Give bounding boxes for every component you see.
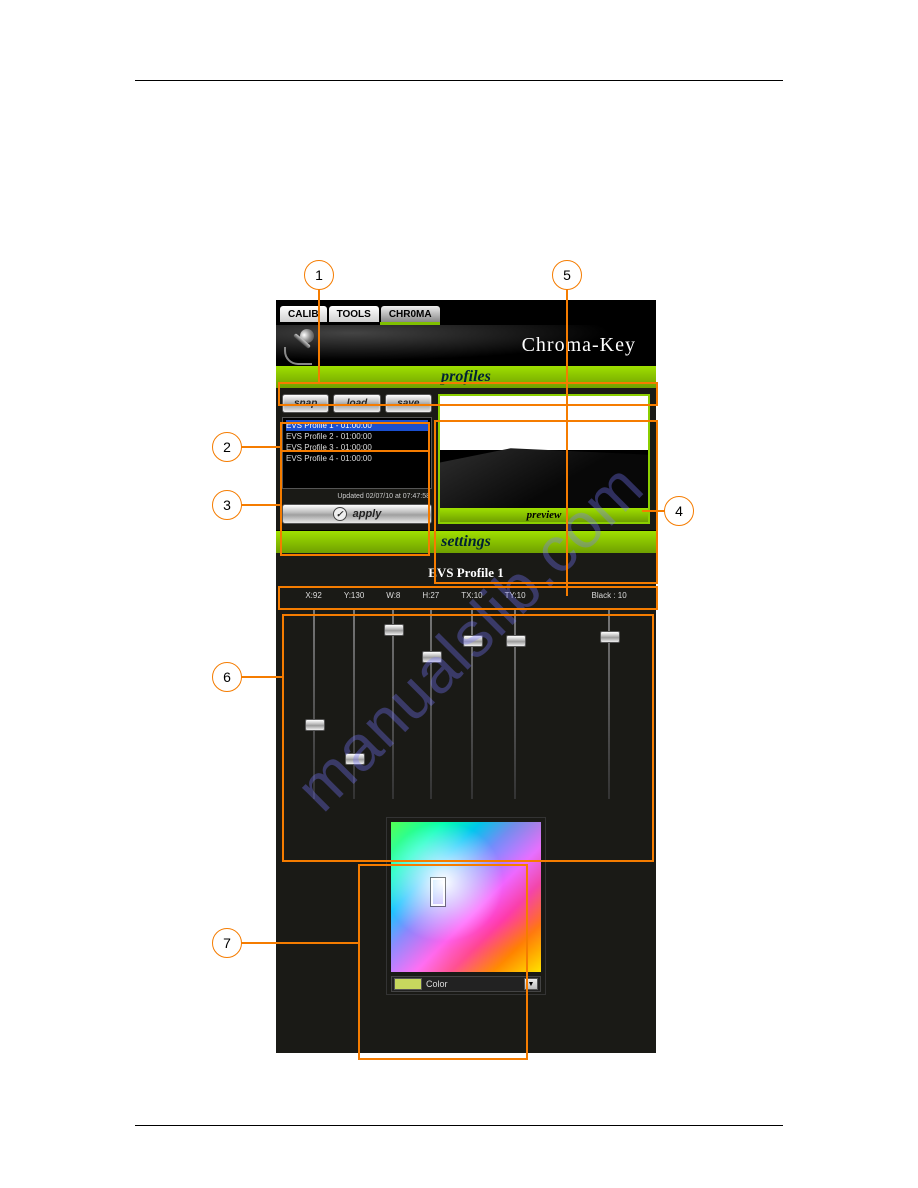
slider-tx[interactable] [471,609,473,799]
profiles-header: profiles [276,365,656,388]
slider-label-h: H:27 [422,591,439,603]
title-bar: Chroma-Key [276,325,656,365]
settings-title: EVS Profile 1 [428,565,504,581]
list-item[interactable]: EVS Profile 4 - 01:00:00 [286,453,428,464]
profile-buttons: snap load save [282,394,432,413]
callout-5: 5 [552,260,582,290]
slider-y[interactable] [353,609,355,799]
check-icon: ✓ [333,507,347,521]
preview-image [440,396,648,508]
apply-button[interactable]: ✓ apply [282,504,432,524]
color-picker-label: Color [426,979,520,989]
slider-x[interactable] [313,609,315,799]
updated-timestamp: Updated 02/07/10 at 07:47:58 [282,493,432,500]
slider-label-x: X:92 [305,591,321,603]
tab-chroma[interactable]: CHR0MA [381,306,440,322]
slider-label-black: Black : 10 [592,591,627,603]
list-item[interactable]: EVS Profile 1 - 01:00:00 [286,420,428,431]
slider-label-tx: TX:10 [461,591,482,603]
preview-label: preview [440,508,648,522]
slider-h[interactable] [430,609,432,799]
dropdown-icon[interactable]: ▼ [524,978,538,990]
color-swatch [394,978,422,990]
save-button[interactable]: save [385,394,432,413]
color-picker-footer[interactable]: Color ▼ [391,976,541,992]
color-picker: Color ▼ [386,817,546,995]
profile-list[interactable]: EVS Profile 1 - 01:00:00 EVS Profile 2 -… [282,417,432,489]
callout-2: 2 [212,432,242,462]
profiles-section: snap load save EVS Profile 1 - 01:00:00 … [276,388,656,530]
page-title: Chroma-Key [522,334,636,357]
chroma-key-panel: CALIB TOOLS CHR0MA Chroma-Key profiles s… [276,300,656,1053]
load-button[interactable]: load [333,394,380,413]
callout-7: 7 [212,928,242,958]
callout-6: 6 [212,662,242,692]
slider-ty[interactable] [514,609,516,799]
slider-label-w: W:8 [386,591,400,603]
list-item[interactable]: EVS Profile 3 - 01:00:00 [286,442,428,453]
preview-pane: preview [438,394,650,524]
tab-bar: CALIB TOOLS CHR0MA [276,300,656,322]
list-item[interactable]: EVS Profile 2 - 01:00:00 [286,431,428,442]
slider-w[interactable] [392,609,394,799]
tab-calib[interactable]: CALIB [280,306,327,322]
apply-label: apply [353,508,382,520]
color-picker-canvas[interactable] [391,822,541,972]
snap-button[interactable]: snap [282,394,329,413]
callout-3: 3 [212,490,242,520]
slider-label-ty: TY:10 [505,591,526,603]
color-picker-cursor[interactable] [431,878,445,906]
slider-label-y: Y:130 [344,591,364,603]
slider-black[interactable] [608,609,610,799]
callout-1: 1 [304,260,334,290]
slider-row: X:92 Y:130 W:8 H:27 TX:10 [297,591,634,799]
settings-section: EVS Profile 1 X:92 Y:130 W:8 H:27 [276,553,656,1013]
callout-4: 4 [664,496,694,526]
settings-header: settings [276,530,656,553]
tab-tools[interactable]: TOOLS [329,306,379,322]
microphone-icon [282,321,322,367]
